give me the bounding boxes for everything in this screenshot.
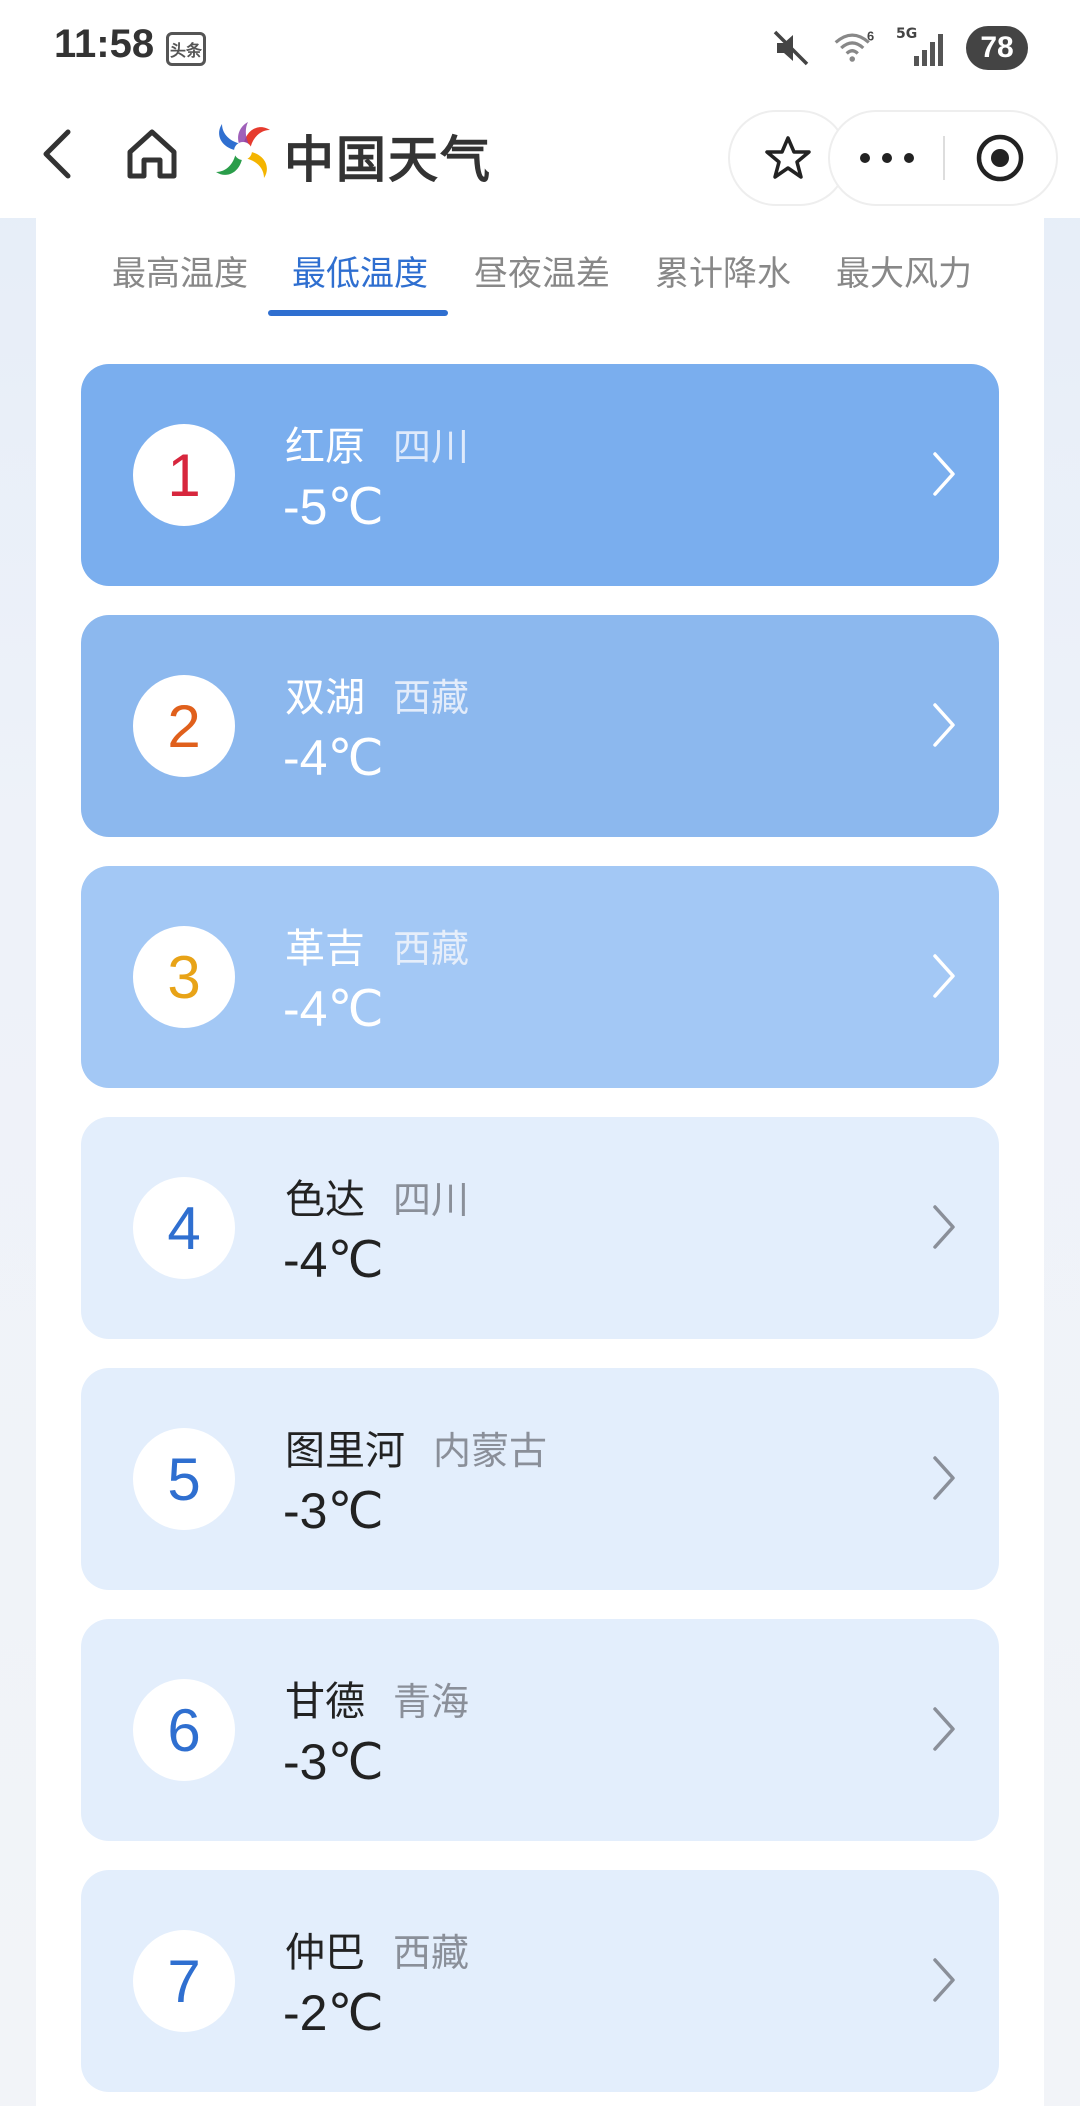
wifi-label: 6 <box>867 29 874 44</box>
station-label: 革吉 西藏 <box>285 916 469 974</box>
network-type-label: 5G <box>896 26 918 42</box>
more-dots-icon <box>859 153 914 163</box>
metric-tabs: 最高温度 最低温度 昼夜温差 累计降水 最大风力 <box>36 218 1044 322</box>
more-button[interactable] <box>830 112 943 204</box>
station-province: 四川 <box>393 1178 470 1222</box>
ranking-card-4[interactable]: 4 色达 四川 -4℃ <box>81 1117 999 1339</box>
ranking-card-3[interactable]: 3 革吉 西藏 -4℃ <box>81 866 999 1088</box>
home-button[interactable] <box>120 122 184 186</box>
rank-badge: 2 <box>133 675 235 777</box>
china-weather-logo <box>208 116 278 186</box>
min-temp-value: -4℃ <box>283 981 384 1037</box>
ranking-card-7[interactable]: 7 仲巴 西藏 -2℃ <box>81 1870 999 2092</box>
cellular-signal-icon: 5G <box>896 26 948 70</box>
min-temp-value: -5℃ <box>283 479 384 535</box>
chevron-right-icon <box>933 1205 955 1249</box>
battery-indicator: 78 <box>966 26 1028 70</box>
min-temp-value: -3℃ <box>283 1734 384 1790</box>
rank-badge: 3 <box>133 926 235 1028</box>
close-miniapp-button[interactable] <box>945 112 1056 204</box>
tab-precipitation[interactable]: 累计降水 <box>649 246 797 306</box>
chevron-right-icon <box>933 452 955 496</box>
back-arrow-icon <box>43 129 71 179</box>
page-title: 中国天气 <box>284 131 492 189</box>
station-label: 红原 四川 <box>285 414 469 472</box>
rank-badge: 1 <box>133 424 235 526</box>
rank-badge: 4 <box>133 1177 235 1279</box>
station-name: 图里河 <box>285 1428 405 1474</box>
back-button[interactable] <box>30 124 90 184</box>
mute-icon <box>768 26 814 70</box>
ranking-card-6[interactable]: 6 甘德 青海 -3℃ <box>81 1619 999 1841</box>
status-icons: 6 5G 78 <box>768 26 1028 70</box>
tab-max-wind[interactable]: 最大风力 <box>830 246 978 306</box>
station-label: 仲巴 西藏 <box>285 1920 469 1978</box>
chevron-right-icon <box>933 703 955 747</box>
station-label: 色达 四川 <box>285 1167 469 1225</box>
station-name: 仲巴 <box>285 1930 365 1976</box>
status-bar: 11:58 头条 6 5G 78 <box>0 0 1080 98</box>
rank-badge: 6 <box>133 1679 235 1781</box>
target-icon <box>977 134 1024 182</box>
ranking-card-2[interactable]: 2 双湖 西藏 -4℃ <box>81 615 999 837</box>
station-name: 色达 <box>285 1177 365 1223</box>
star-icon <box>765 136 811 179</box>
min-temp-value: -2℃ <box>283 1985 384 2041</box>
station-name: 革吉 <box>285 926 365 972</box>
station-province: 西藏 <box>393 676 470 720</box>
ranking-card-1[interactable]: 1 红原 四川 -5℃ <box>81 364 999 586</box>
station-label: 甘德 青海 <box>285 1669 469 1727</box>
station-label: 双湖 西藏 <box>285 665 469 723</box>
rank-badge: 5 <box>133 1428 235 1530</box>
chevron-right-icon <box>933 1707 955 1751</box>
chevron-right-icon <box>933 1958 955 2002</box>
station-province: 内蒙古 <box>433 1429 548 1473</box>
station-province: 四川 <box>393 425 470 469</box>
toutiao-app-icon: 头条 <box>166 32 206 66</box>
nav-bar: 中国天气 <box>0 98 1080 218</box>
home-icon <box>127 129 177 179</box>
station-province: 西藏 <box>393 1931 470 1975</box>
ranking-panel: 最高温度 最低温度 昼夜温差 累计降水 最大风力 1 红原 四川 -5℃ 2 双湖… <box>36 218 1044 2106</box>
min-temp-value: -4℃ <box>283 1232 384 1288</box>
station-label: 图里河 内蒙古 <box>285 1418 547 1476</box>
tab-day-night-diff[interactable]: 昼夜温差 <box>468 246 616 306</box>
station-name: 甘德 <box>285 1679 365 1725</box>
active-tab-indicator <box>268 310 448 316</box>
station-province: 青海 <box>393 1680 470 1724</box>
miniapp-capsule <box>828 110 1058 206</box>
chevron-right-icon <box>933 1456 955 1500</box>
station-province: 西藏 <box>393 927 470 971</box>
wifi-icon: 6 <box>832 26 878 70</box>
ranking-card-5[interactable]: 5 图里河 内蒙古 -3℃ <box>81 1368 999 1590</box>
station-name: 红原 <box>285 424 365 470</box>
rank-badge: 7 <box>133 1930 235 2032</box>
status-time: 11:58 <box>54 22 155 66</box>
min-temp-value: -3℃ <box>283 1483 384 1539</box>
tab-max-temp[interactable]: 最高温度 <box>106 246 254 306</box>
chevron-right-icon <box>933 954 955 998</box>
tab-min-temp[interactable]: 最低温度 <box>286 246 434 306</box>
station-name: 双湖 <box>285 675 365 721</box>
min-temp-value: -4℃ <box>283 730 384 786</box>
